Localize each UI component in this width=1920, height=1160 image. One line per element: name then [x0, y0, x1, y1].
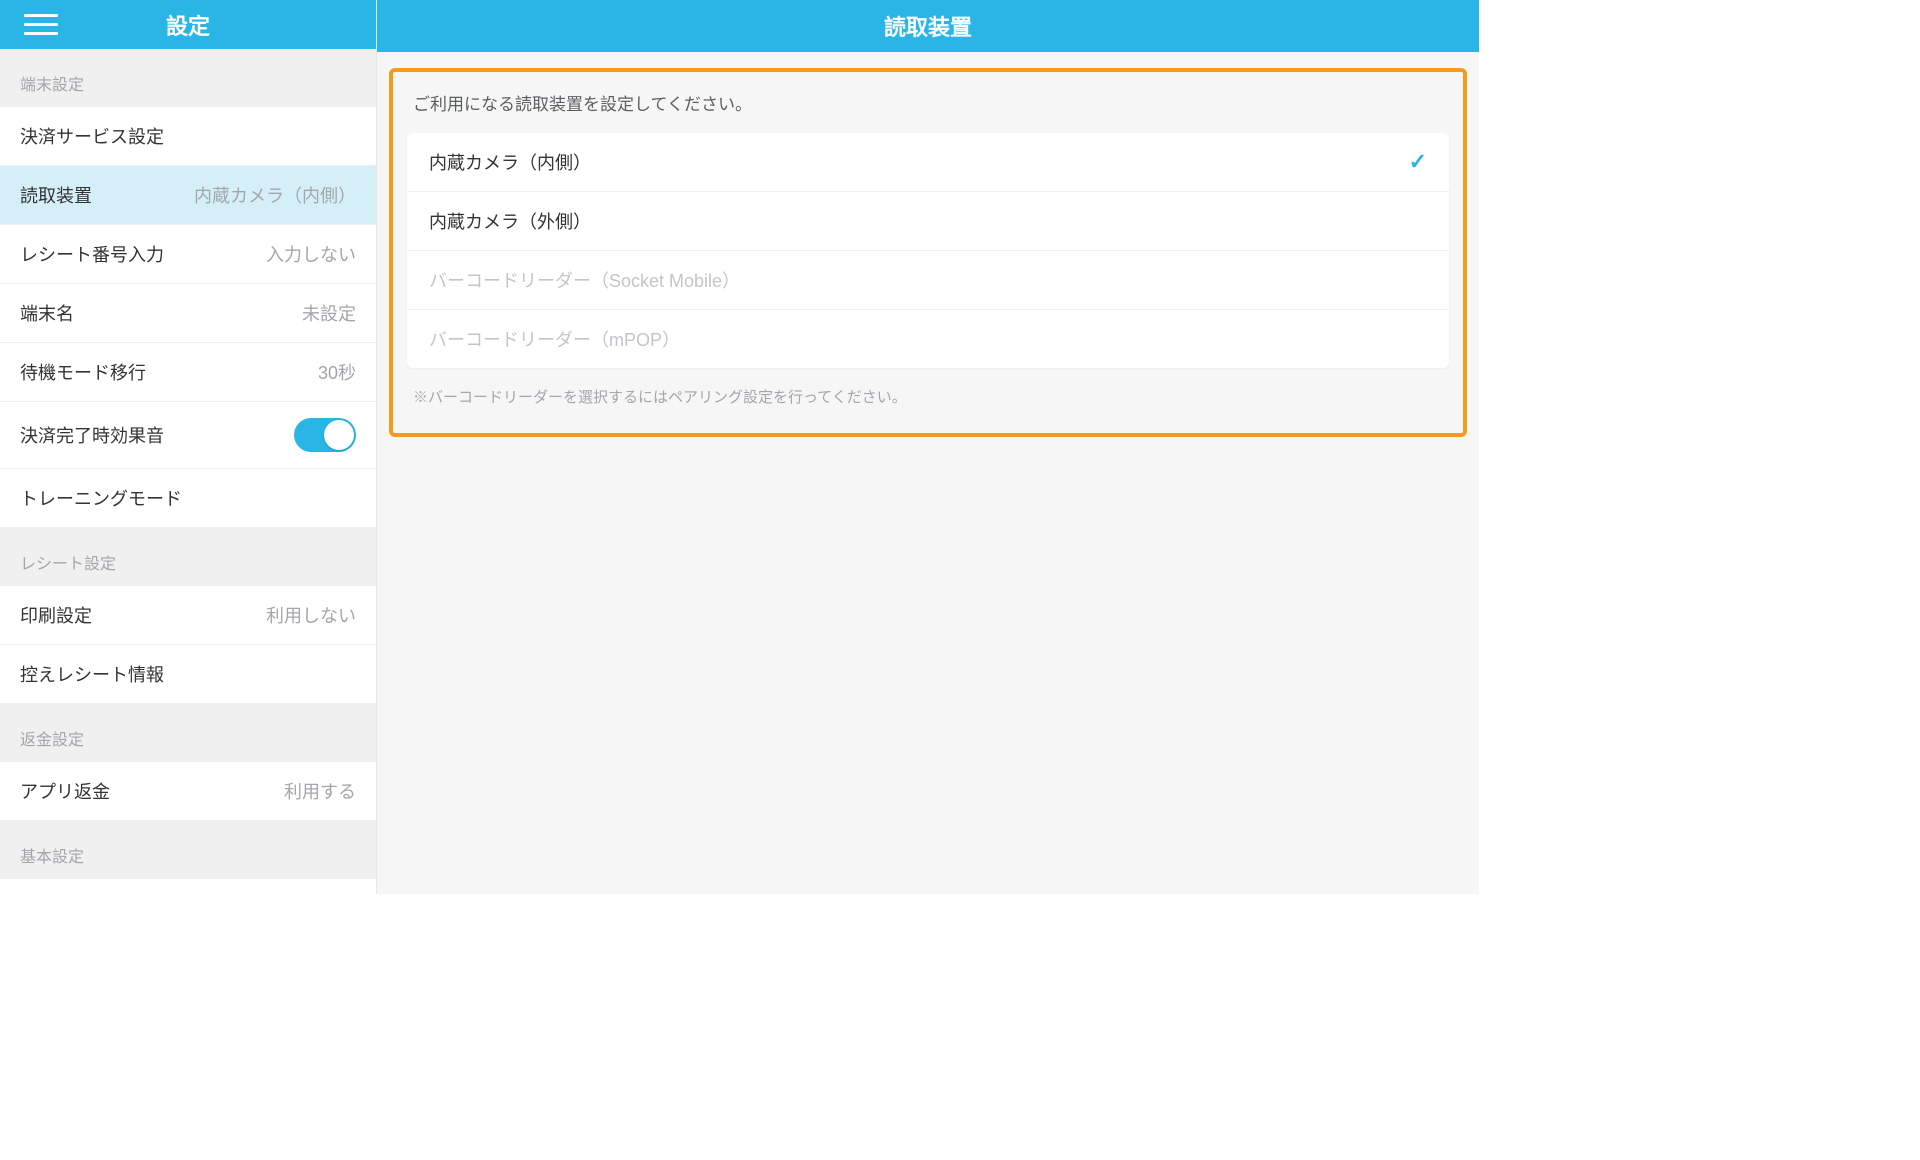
page-title: 読取装置: [884, 10, 972, 42]
sidebar-item-value: 入力しない: [266, 241, 356, 267]
section-header: 返金設定: [0, 704, 376, 762]
sidebar-item[interactable]: 決済完了時効果音: [0, 402, 376, 469]
pairing-note: ※バーコードリーダーを選択するにはペアリング設定を行ってください。: [407, 368, 1449, 409]
reader-option-label: 内蔵カメラ（内側）: [429, 149, 591, 175]
reader-option[interactable]: 内蔵カメラ（外側）: [407, 192, 1449, 251]
reader-option-label: 内蔵カメラ（外側）: [429, 208, 591, 234]
sidebar-item-label: 待機モード移行: [20, 359, 146, 385]
sidebar-item-label: トレーニングモード: [20, 485, 182, 511]
sidebar-item-value: 利用しない: [266, 602, 356, 628]
highlight-box: ご利用になる読取装置を設定してください。 内蔵カメラ（内側） ✓ 内蔵カメラ（外側）…: [389, 68, 1467, 437]
sidebar-item[interactable]: アプリ返金 利用する: [0, 762, 376, 821]
reader-option: バーコードリーダー（Socket Mobile）: [407, 251, 1449, 310]
sidebar-item-value: 内蔵カメラ（内側）: [194, 182, 356, 208]
section-header: 基本設定: [0, 821, 376, 879]
sidebar: 設定 端末設定決済サービス設定読取装置 内蔵カメラ（内側） レシート番号入力 入力しな…: [0, 0, 377, 894]
sidebar-item-label: 決済サービス設定: [20, 123, 164, 149]
sidebar-item[interactable]: 控えレシート情報: [0, 645, 376, 704]
menu-icon[interactable]: [24, 14, 58, 35]
sidebar-item[interactable]: 待機モード移行 30秒: [0, 343, 376, 402]
sidebar-item[interactable]: 店舗情報: [0, 879, 376, 894]
sidebar-list: 端末設定決済サービス設定読取装置 内蔵カメラ（内側） レシート番号入力 入力しない端末…: [0, 49, 376, 894]
main-panel: 読取装置 ご利用になる読取装置を設定してください。 内蔵カメラ（内側）✓内蔵カメ…: [377, 0, 1479, 894]
sidebar-item-label: 決済完了時効果音: [20, 422, 164, 448]
sidebar-item-label: 読取装置: [20, 182, 92, 208]
reader-option-label: バーコードリーダー（Socket Mobile）: [429, 267, 740, 293]
sidebar-item-label: アプリ返金: [20, 778, 110, 804]
sidebar-item-label: レシート番号入力: [20, 241, 164, 267]
reader-option[interactable]: 内蔵カメラ（内側） ✓: [407, 133, 1449, 192]
sidebar-item[interactable]: 印刷設定 利用しない: [0, 586, 376, 645]
main-header: 読取装置: [377, 0, 1479, 52]
sidebar-item-value: 未設定: [302, 300, 356, 326]
sidebar-item-label: 印刷設定: [20, 602, 92, 628]
sidebar-item-label: 控えレシート情報: [20, 661, 164, 687]
sidebar-item-label: 端末名: [20, 300, 74, 326]
reader-option-list: 内蔵カメラ（内側） ✓ 内蔵カメラ（外側） バーコードリーダー（Socket Mobi…: [407, 133, 1449, 368]
sidebar-item[interactable]: トレーニングモード: [0, 469, 376, 528]
toggle-switch[interactable]: [294, 418, 356, 452]
sidebar-item[interactable]: 決済サービス設定: [0, 107, 376, 166]
reader-option-label: バーコードリーダー（mPOP）: [429, 326, 680, 352]
sidebar-item[interactable]: 端末名 未設定: [0, 284, 376, 343]
section-header: 端末設定: [0, 49, 376, 107]
content: ご利用になる読取装置を設定してください。 内蔵カメラ（内側） ✓ 内蔵カメラ（外側）…: [377, 52, 1479, 453]
sidebar-item[interactable]: レシート番号入力 入力しない: [0, 225, 376, 284]
sidebar-header: 設定: [0, 0, 376, 49]
instruction-text: ご利用になる読取装置を設定してください。: [407, 82, 1449, 133]
sidebar-item-value: 30秒: [318, 359, 356, 385]
sidebar-item-value: 利用する: [284, 778, 356, 804]
check-icon: ✓: [1409, 149, 1427, 175]
reader-option: バーコードリーダー（mPOP）: [407, 310, 1449, 368]
section-header: レシート設定: [0, 528, 376, 586]
sidebar-item[interactable]: 読取装置 内蔵カメラ（内側）: [0, 166, 376, 225]
